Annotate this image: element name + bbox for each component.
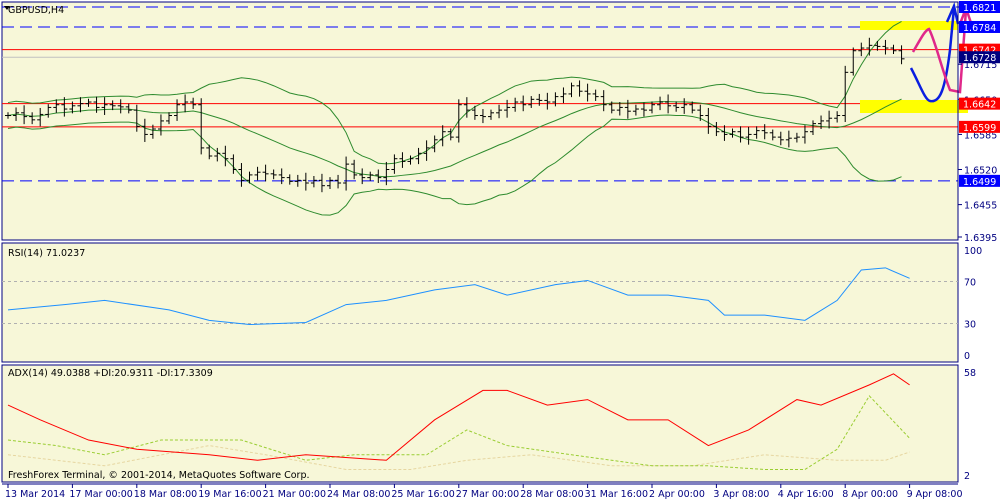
rsi-panel[interactable]: [1, 242, 959, 363]
time-tick-label: 24 Mar 08:00: [327, 489, 390, 500]
rsi-label: RSI(14) 71.0237: [8, 248, 85, 259]
price-marker-label: 1.6599: [963, 123, 996, 134]
trading-chart[interactable]: GBPUSD,H4 1.68211.67151.66501.65851.6520…: [0, 0, 1000, 500]
time-tick-label: 28 Mar 08:00: [520, 489, 583, 500]
time-tick-label: 21 Mar 00:00: [263, 489, 326, 500]
rsi-tick-label: 0: [964, 351, 970, 362]
time-tick-label: 13 Mar 2014: [5, 489, 65, 500]
time-tick-label: 18 Mar 08:00: [134, 489, 197, 500]
rsi-tick-label: 70: [964, 278, 976, 289]
copyright-text: FreshForex Terminal, © 2001-2014, MetaQu…: [8, 470, 310, 481]
highlight-zone-upper: [860, 21, 958, 30]
adx-panel[interactable]: [1, 364, 959, 483]
price-tick-label: 1.6455: [964, 201, 997, 212]
time-tick-label: 31 Mar 16:00: [585, 489, 648, 500]
time-tick-label: 9 Apr 08:00: [907, 489, 963, 500]
time-tick-label: 4 Apr 16:00: [778, 489, 834, 500]
time-tick-label: 27 Mar 00:00: [456, 489, 519, 500]
time-tick-label: 25 Mar 16:00: [391, 489, 454, 500]
time-tick-label: 19 Mar 16:00: [198, 489, 261, 500]
time-tick-label: 8 Apr 00:00: [842, 489, 898, 500]
rsi-tick-label: 30: [964, 320, 976, 331]
price-panel[interactable]: [1, 1, 959, 241]
time-tick-label: 3 Apr 08:00: [713, 489, 769, 500]
adx-tick-label: 58: [964, 368, 976, 379]
price-tick-label: 1.6395: [964, 233, 997, 244]
adx-tick-label: 2: [964, 471, 970, 482]
symbol-label: GBPUSD,H4: [8, 5, 64, 16]
rsi-tick-label: 100: [964, 246, 982, 257]
highlight-zone-lower: [860, 100, 968, 113]
price-marker-label: 1.6784: [963, 23, 996, 34]
price-marker-label: 1.6642: [963, 100, 996, 111]
time-tick-label: 17 Mar 00:00: [69, 489, 132, 500]
adx-label: ADX(14) 49.0388 +DI:20.9311 -DI:17.3309: [8, 368, 213, 379]
price-marker-label: 1.6821: [963, 3, 996, 14]
price-marker-label: 1.6499: [963, 177, 996, 188]
time-tick-label: 2 Apr 00:00: [649, 489, 705, 500]
price-marker-label: 1.6728: [963, 53, 996, 64]
